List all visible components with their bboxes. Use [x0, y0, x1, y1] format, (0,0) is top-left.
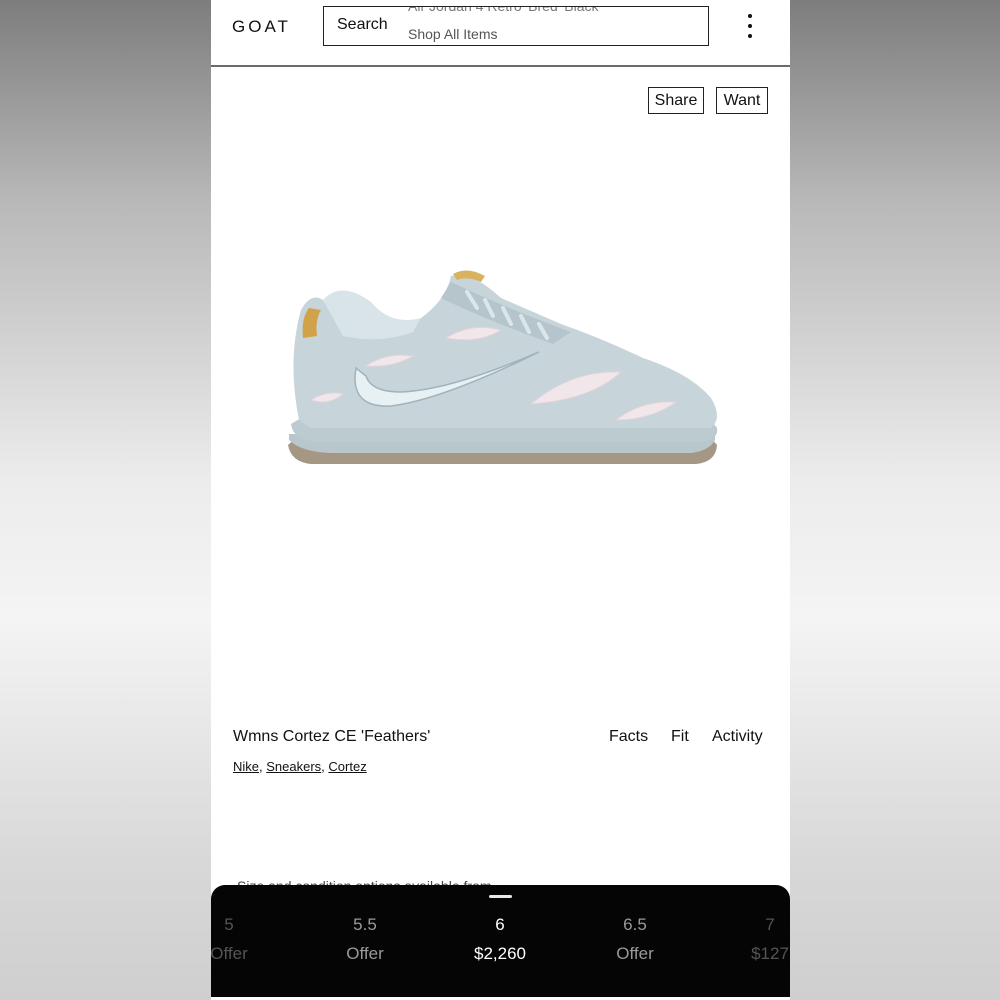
size-number: 5 — [224, 915, 234, 934]
product-image[interactable] — [271, 240, 741, 500]
size-number: 5.5 — [353, 915, 377, 934]
search-suggestion[interactable]: Shop All Items — [408, 26, 498, 42]
size-number: 7 — [765, 915, 775, 934]
size-price: $2,260 — [474, 944, 526, 963]
size-picker[interactable]: 5 Offer 5.5 Offer 6 $2,260 6.5 Offer 7 $… — [211, 885, 790, 997]
size-option[interactable]: 5 Offer — [211, 915, 284, 964]
background-blur-right — [790, 0, 1000, 1000]
size-option[interactable]: 5.5 Offer — [310, 915, 420, 964]
search-input[interactable]: Search Air Jordan 4 Retro 'Bred' Black S… — [323, 6, 709, 46]
search-suggestion[interactable]: Air Jordan 4 Retro 'Bred' Black — [408, 7, 599, 14]
background-blur-left — [0, 0, 211, 1000]
want-button[interactable]: Want — [716, 87, 768, 114]
drag-handle[interactable] — [489, 895, 512, 898]
top-header: GOAT Search Air Jordan 4 Retro 'Bred' Bl… — [211, 0, 790, 67]
size-option[interactable]: 7 $127 — [715, 915, 790, 964]
goat-logo[interactable]: GOAT — [232, 17, 291, 37]
tag-link-brand[interactable]: Nike — [233, 759, 259, 774]
tab-facts[interactable]: Facts — [609, 728, 648, 746]
size-price: Offer — [346, 944, 384, 963]
tab-fit[interactable]: Fit — [671, 728, 689, 746]
size-price: Offer — [616, 944, 654, 963]
share-button[interactable]: Share — [648, 87, 704, 114]
more-vertical-icon[interactable] — [740, 12, 760, 42]
phone-screen: GOAT Search Air Jordan 4 Retro 'Bred' Bl… — [211, 0, 790, 1000]
search-label: Search — [337, 16, 388, 33]
tag-link-model[interactable]: Cortez — [328, 759, 366, 774]
product-title: Wmns Cortez CE 'Feathers' — [233, 728, 431, 745]
size-price: $127 — [751, 944, 789, 963]
size-number: 6.5 — [623, 915, 647, 934]
product-tags: Nike, Sneakers, Cortez — [233, 759, 367, 774]
size-option-selected[interactable]: 6 $2,260 — [445, 915, 555, 964]
size-price: Offer — [211, 944, 248, 963]
size-number: 6 — [495, 915, 505, 934]
tag-link-category[interactable]: Sneakers — [266, 759, 321, 774]
size-option[interactable]: 6.5 Offer — [580, 915, 690, 964]
tab-activity[interactable]: Activity — [712, 728, 763, 746]
